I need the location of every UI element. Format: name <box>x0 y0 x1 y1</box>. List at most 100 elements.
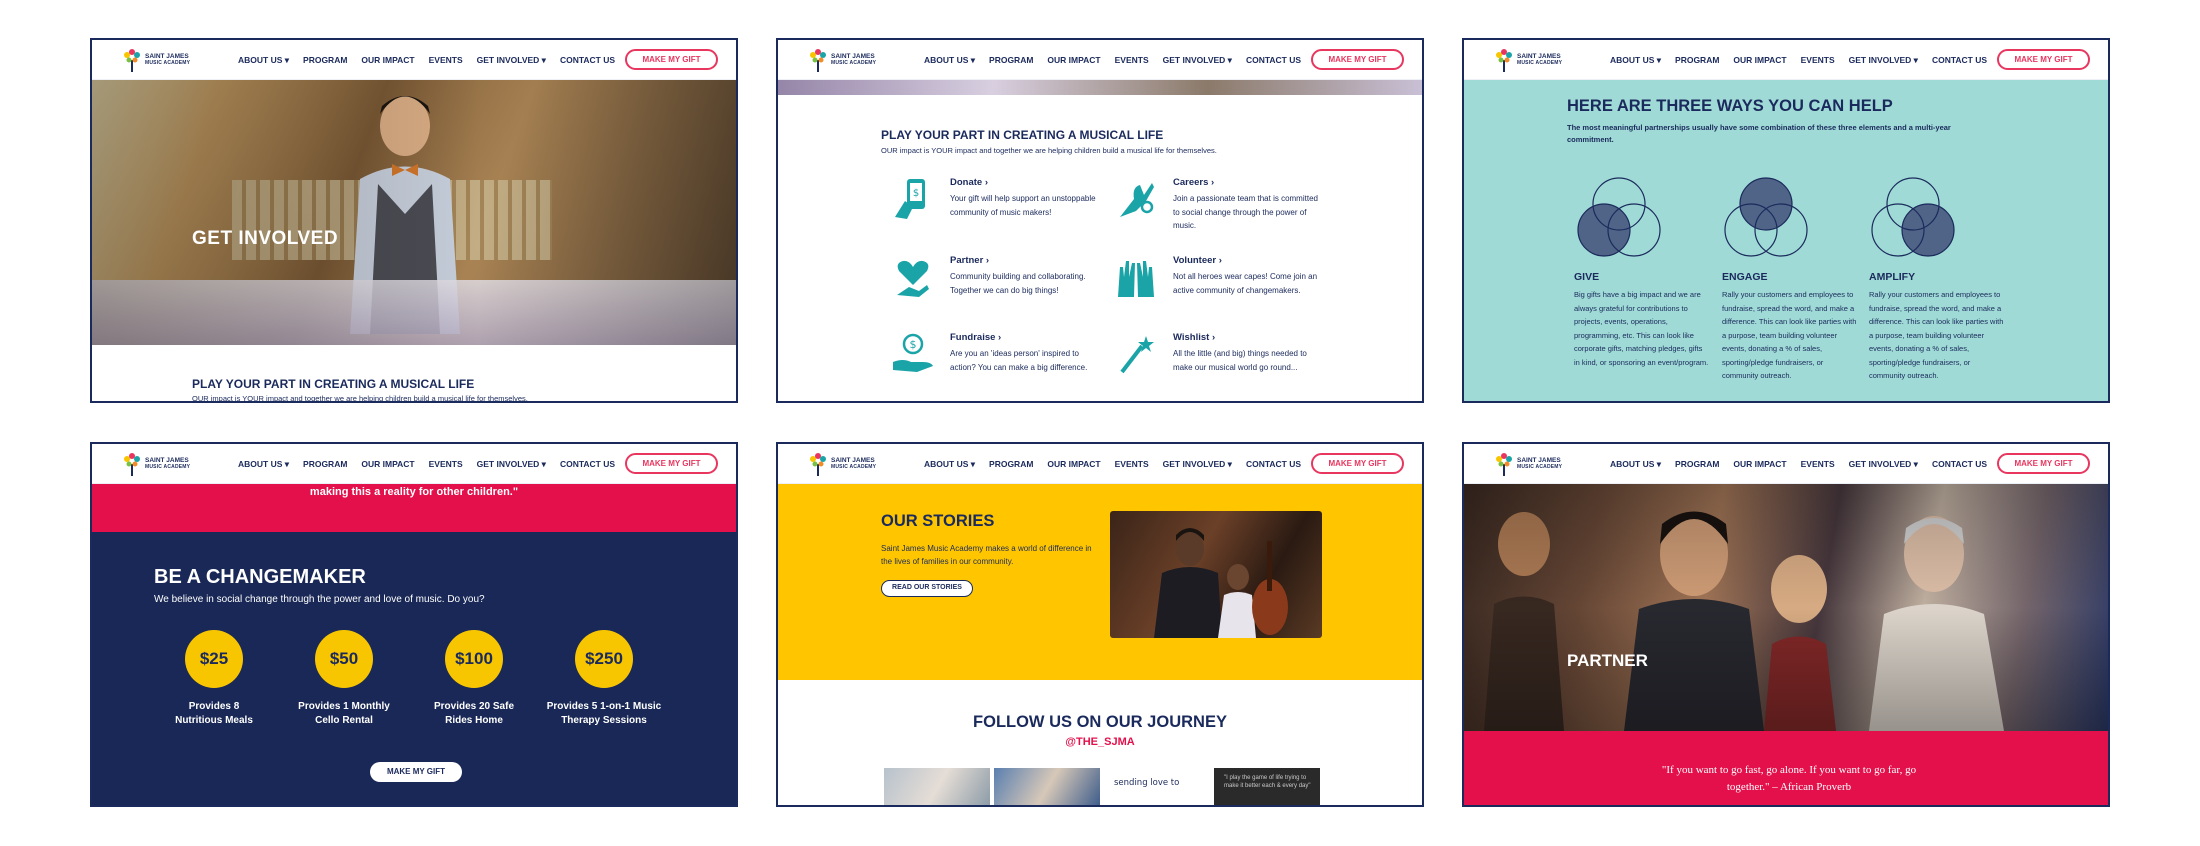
nav-events[interactable]: EVENTS <box>1801 55 1835 66</box>
section-heading: OUR STORIES <box>881 512 995 530</box>
section-heading: BE A CHANGEMAKER <box>154 566 366 588</box>
instagram-thumb-2[interactable] <box>994 768 1100 805</box>
follow-heading: FOLLOW US ON OUR JOURNEY <box>973 713 1227 731</box>
make-my-gift-button[interactable]: MAKE MY GIFT <box>1997 49 2090 70</box>
instagram-thumb-4[interactable]: "I play the game of life trying to make … <box>1214 768 1320 805</box>
nav-program[interactable]: PROGRAM <box>1675 459 1719 470</box>
main-menu: ABOUT US ▾ PROGRAM OUR IMPACT EVENTS GET… <box>924 459 1301 470</box>
phone-donate-icon: $ <box>895 179 925 219</box>
amount-100-circle[interactable]: $100 <box>445 630 503 688</box>
logo-wordmark: SAINT JAMES MUSIC ACADEMY <box>1517 53 1563 66</box>
nav-program[interactable]: PROGRAM <box>989 459 1033 470</box>
nav-about-us[interactable]: ABOUT US ▾ <box>1610 459 1661 470</box>
amount-250-circle[interactable]: $250 <box>575 630 633 688</box>
nav-about-us[interactable]: ABOUT US ▾ <box>238 459 289 470</box>
main-menu: ABOUT US ▾ PROGRAM OUR IMPACT EVENTS GET… <box>924 55 1301 66</box>
thumb-caption: sending love to <box>1114 778 1180 788</box>
instagram-handle[interactable]: @THE_SJMA <box>778 736 1422 748</box>
amount-250-label: Provides 5 1-on-1 Music Therapy Sessions <box>546 701 662 726</box>
site-logo[interactable]: SAINT JAMES MUSIC ACADEMY <box>120 47 200 73</box>
make-my-gift-button[interactable]: MAKE MY GIFT <box>1997 453 2090 474</box>
nav-our-impact[interactable]: OUR IMPACT <box>361 459 414 470</box>
nav-get-involved[interactable]: GET INVOLVED ▾ <box>477 459 546 470</box>
way-wishlist[interactable]: Wishlist › All the little (and big) thin… <box>1114 332 1324 401</box>
nav-events[interactable]: EVENTS <box>1801 459 1835 470</box>
site-logo[interactable]: SAINT JAMES MUSIC ACADEMY <box>1492 47 1572 73</box>
way-title[interactable]: Wishlist › <box>1173 332 1215 343</box>
site-logo[interactable]: SAINT JAMES MUSIC ACADEMY <box>1492 451 1572 477</box>
make-my-gift-button[interactable]: MAKE MY GIFT <box>625 453 718 474</box>
way-title[interactable]: Careers › <box>1173 177 1214 188</box>
nav-our-impact[interactable]: OUR IMPACT <box>1047 459 1100 470</box>
nav-get-involved[interactable]: GET INVOLVED ▾ <box>477 55 546 66</box>
read-our-stories-button[interactable]: READ OUR STORIES <box>881 580 973 597</box>
tree-logo-icon <box>1496 49 1512 72</box>
nav-events[interactable]: EVENTS <box>429 55 463 66</box>
main-menu: ABOUT US ▾ PROGRAM OUR IMPACT EVENTS GET… <box>1610 55 1987 66</box>
ok-hand-icon <box>1120 183 1154 217</box>
instagram-thumb-3[interactable]: sending love to <box>1104 768 1210 805</box>
nav-events[interactable]: EVENTS <box>1115 55 1149 66</box>
photo-shade <box>92 80 736 345</box>
nav-about-us[interactable]: ABOUT US ▾ <box>238 55 289 66</box>
nav-our-impact[interactable]: OUR IMPACT <box>1733 459 1786 470</box>
nav-get-involved[interactable]: GET INVOLVED ▾ <box>1163 459 1232 470</box>
way-partner[interactable]: Partner › Community building and collabo… <box>891 255 1101 327</box>
changemaker-gift-button[interactable]: MAKE MY GIFT <box>370 762 462 782</box>
nav-program[interactable]: PROGRAM <box>989 55 1033 66</box>
venn-engage-icon <box>1724 177 1808 257</box>
site-logo[interactable]: SAINT JAMES MUSIC ACADEMY <box>806 451 886 477</box>
col-text-give: Big gifts have a big impact and we are a… <box>1574 290 1709 367</box>
nav-about-us[interactable]: ABOUT US ▾ <box>924 459 975 470</box>
instagram-thumb-1[interactable] <box>884 768 990 805</box>
hero-title: GET INVOLVED <box>192 228 339 249</box>
stories-photo <box>1110 511 1322 638</box>
nav-program[interactable]: PROGRAM <box>303 55 347 66</box>
way-volunteer[interactable]: Volunteer › Not all heroes wear capes! C… <box>1114 255 1324 327</box>
way-donate[interactable]: $ Donate › Your gift will help support a… <box>891 177 1101 249</box>
make-my-gift-button[interactable]: MAKE MY GIFT <box>1311 49 1404 70</box>
nav-contact-us[interactable]: CONTACT US <box>1932 55 1987 66</box>
proverb-quote: "If you want to go fast, go alone. If yo… <box>1661 764 1917 793</box>
way-careers[interactable]: Careers › Join a passionate team that is… <box>1114 177 1324 249</box>
logo-wordmark: SAINT JAMES MUSIC ACADEMY <box>145 53 191 66</box>
nav-events[interactable]: EVENTS <box>429 459 463 470</box>
nav-about-us[interactable]: ABOUT US ▾ <box>1610 55 1661 66</box>
mother-daughter-figures <box>1154 528 1288 638</box>
nav-get-involved[interactable]: GET INVOLVED ▾ <box>1849 459 1918 470</box>
screenshot-ways-to-help: SAINT JAMES MUSIC ACADEMY ABOUT US ▾ PROG… <box>776 38 1424 403</box>
nav-get-involved[interactable]: GET INVOLVED ▾ <box>1163 55 1232 66</box>
way-title[interactable]: Volunteer › <box>1173 255 1222 266</box>
nav-program[interactable]: PROGRAM <box>1675 55 1719 66</box>
nav-program[interactable]: PROGRAM <box>303 459 347 470</box>
nav-our-impact[interactable]: OUR IMPACT <box>1733 55 1786 66</box>
nav-get-involved[interactable]: GET INVOLVED ▾ <box>1849 55 1918 66</box>
nav-contact-us[interactable]: CONTACT US <box>1246 459 1301 470</box>
site-header: SAINT JAMES MUSIC ACADEMY ABOUT US ▾ PROG… <box>778 444 1422 484</box>
nav-events[interactable]: EVENTS <box>1115 459 1149 470</box>
way-title[interactable]: Partner › <box>950 255 989 266</box>
hero-photo-audience <box>1464 484 2108 731</box>
site-logo[interactable]: SAINT JAMES MUSIC ACADEMY <box>120 451 200 477</box>
way-text: Community building and collaborating. To… <box>950 272 1086 295</box>
nav-contact-us[interactable]: CONTACT US <box>1246 55 1301 66</box>
screenshot-our-stories: SAINT JAMES MUSIC ACADEMY ABOUT US ▾ PROG… <box>776 442 1424 807</box>
logo-wordmark: SAINT JAMES MUSIC ACADEMY <box>145 457 191 470</box>
amount-50-circle[interactable]: $50 <box>315 630 373 688</box>
way-fundraise[interactable]: $ Fundraise › Are you an 'ideas person' … <box>891 332 1101 401</box>
site-logo[interactable]: SAINT JAMES MUSIC ACADEMY <box>806 47 886 73</box>
nav-contact-us[interactable]: CONTACT US <box>560 55 615 66</box>
nav-our-impact[interactable]: OUR IMPACT <box>1047 55 1100 66</box>
svg-text:$: $ <box>913 188 919 199</box>
make-my-gift-button[interactable]: MAKE MY GIFT <box>625 49 718 70</box>
nav-contact-us[interactable]: CONTACT US <box>560 459 615 470</box>
way-title[interactable]: Fundraise › <box>950 332 1001 343</box>
nav-contact-us[interactable]: CONTACT US <box>1932 459 1987 470</box>
nav-about-us[interactable]: ABOUT US ▾ <box>924 55 975 66</box>
section-subtext: OUR impact is YOUR impact and together w… <box>881 146 1217 155</box>
way-title[interactable]: Donate › <box>950 177 988 188</box>
logo-wordmark: SAINT JAMES MUSIC ACADEMY <box>831 53 877 66</box>
nav-our-impact[interactable]: OUR IMPACT <box>361 55 414 66</box>
amount-25-circle[interactable]: $25 <box>185 630 243 688</box>
make-my-gift-button[interactable]: MAKE MY GIFT <box>1311 453 1404 474</box>
